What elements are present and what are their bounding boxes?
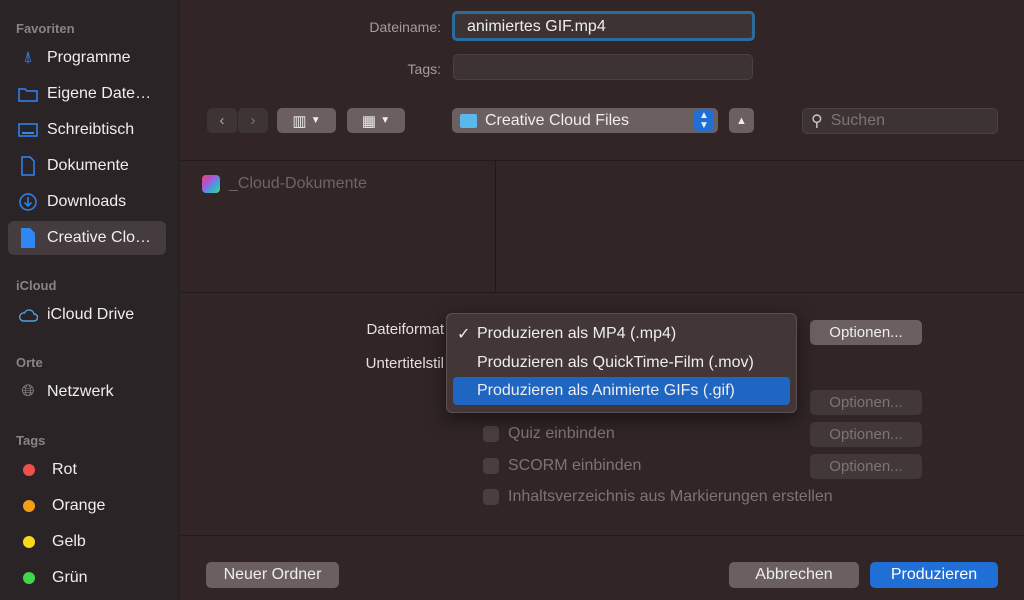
updown-icon: ▲ ▼ [694, 110, 714, 131]
sidebar-tag-rot[interactable]: Rot [8, 453, 166, 487]
menu-item-label: Produzieren als MP4 (.mp4) [477, 325, 677, 342]
sidebar-tag-gruen[interactable]: Grün [8, 561, 166, 595]
view-mode-button[interactable]: ▥ ▼ [277, 108, 336, 133]
sidebar-item-label: Creative Clo… [47, 229, 152, 246]
sidebar-item-creative-cloud[interactable]: Creative Clo… [8, 221, 166, 255]
group-button[interactable]: ▦ ▼ [347, 108, 405, 133]
search-input[interactable]: ⚲ Suchen [802, 108, 998, 134]
folder-icon [460, 113, 477, 128]
file-icon [18, 228, 38, 248]
sidebar-item-schreibtisch[interactable]: Schreibtisch [8, 113, 166, 147]
new-folder-button[interactable]: Neuer Ordner [206, 562, 339, 588]
document-icon [18, 156, 38, 176]
format-options-button[interactable]: Optionen... [810, 320, 922, 345]
menu-item-label: Produzieren als Animierte GIFs (.gif) [477, 382, 735, 399]
tags-label: Tags: [407, 61, 441, 77]
cancel-button[interactable]: Abbrechen [729, 562, 859, 588]
toc-checkbox[interactable] [483, 489, 499, 505]
cloud-icon [18, 305, 38, 325]
globe-icon: 🌐︎ [21, 383, 35, 400]
file-item[interactable]: _Cloud-Dokumente [202, 175, 367, 193]
checkmark-icon: ✓ [457, 326, 471, 343]
chevron-up-icon: ▲ [736, 114, 747, 127]
section-orte: Orte [16, 355, 43, 370]
section-icloud: iCloud [16, 278, 57, 293]
chevron-right-icon: › [250, 112, 256, 129]
sidebar-item-label: Eigene Date… [47, 85, 152, 102]
tag-dot-icon [23, 464, 35, 476]
save-dialog: Dateiname: animiertes GIF.mp4 Tags: ‹ › … [181, 0, 1024, 600]
apps-icon: ⍋ [23, 49, 33, 66]
tag-dot-icon [23, 572, 35, 584]
sidebar-tag-gelb[interactable]: Gelb [8, 525, 166, 559]
quiz-options-button[interactable]: Optionen... [810, 422, 922, 447]
section-tags: Tags [16, 433, 46, 448]
tags-input[interactable] [453, 54, 753, 80]
sidebar-item-label: Programme [47, 49, 131, 66]
expand-collapse-button[interactable]: ▲ [729, 108, 754, 133]
sidebar-item-label: Dokumente [47, 157, 129, 174]
location-label: Creative Cloud Files [485, 111, 630, 129]
menu-item-mp4[interactable]: ✓ Produzieren als MP4 (.mp4) [453, 320, 790, 348]
sidebar-item-dokumente[interactable]: Dokumente [8, 149, 166, 183]
options-button-2[interactable]: Optionen... [810, 390, 922, 415]
menu-item-mov[interactable]: Produzieren als QuickTime-Film (.mov) [453, 349, 790, 377]
sidebar-item-programme[interactable]: ⍋ Programme [8, 41, 166, 75]
desktop-icon [18, 120, 38, 140]
back-button[interactable]: ‹ [207, 108, 237, 133]
filename-input[interactable]: animiertes GIF.mp4 [452, 11, 755, 41]
sidebar-item-downloads[interactable]: Downloads [8, 185, 166, 219]
sidebar-item-icloud-drive[interactable]: iCloud Drive [8, 298, 166, 332]
sidebar-item-label: Schreibtisch [47, 121, 135, 138]
scorm-options-button[interactable]: Optionen... [810, 454, 922, 479]
location-popup[interactable]: Creative Cloud Files ▲ ▼ [452, 108, 718, 133]
quiz-checkbox-label: Quiz einbinden [508, 425, 615, 442]
folder-icon [18, 84, 38, 104]
tag-label: Grün [52, 569, 88, 586]
sidebar: Favoriten ⍋ Programme Eigene Date… Schrei… [0, 0, 180, 600]
download-icon [18, 192, 38, 212]
produce-button[interactable]: Produzieren [870, 562, 998, 588]
sidebar-item-label: Netzwerk [47, 383, 114, 400]
tag-dot-icon [23, 536, 35, 548]
column-divider [495, 161, 496, 292]
chevron-down-icon: ▼ [380, 115, 391, 126]
subtitle-label: Untertitelstil [365, 355, 444, 372]
search-placeholder: Suchen [830, 112, 885, 129]
tag-label: Gelb [52, 533, 86, 550]
sidebar-tag-orange[interactable]: Orange [8, 489, 166, 523]
menu-item-label: Produzieren als QuickTime-Film (.mov) [477, 354, 754, 371]
creative-cloud-icon [202, 175, 220, 193]
sidebar-item-label: iCloud Drive [47, 306, 135, 323]
quiz-checkbox[interactable] [483, 426, 499, 442]
tag-label: Orange [52, 497, 106, 514]
sidebar-item-netzwerk[interactable]: 🌐︎ Netzwerk [8, 375, 166, 409]
chevron-down-icon: ▼ [310, 115, 321, 126]
file-name: _Cloud-Dokumente [229, 175, 367, 192]
section-favorites: Favoriten [16, 21, 75, 36]
format-label: Dateiformat [366, 321, 444, 338]
tag-dot-icon [23, 500, 35, 512]
columns-icon: ▥ [292, 112, 307, 130]
scorm-checkbox[interactable] [483, 458, 499, 474]
scorm-checkbox-label: SCORM einbinden [508, 457, 642, 474]
tag-label: Rot [52, 461, 77, 478]
toc-checkbox-label: Inhaltsverzeichnis aus Markierungen erst… [508, 488, 833, 505]
forward-button[interactable]: › [238, 108, 268, 133]
format-dropdown-menu: ✓ Produzieren als MP4 (.mp4) Produzieren … [446, 313, 797, 413]
chevron-left-icon: ‹ [219, 112, 225, 129]
grid-icon: ▦ [361, 112, 377, 130]
search-icon: ⚲ [811, 113, 823, 130]
filename-label: Dateiname: [369, 19, 441, 35]
sidebar-item-eigene-dateien[interactable]: Eigene Date… [8, 77, 166, 111]
sidebar-item-label: Downloads [47, 193, 127, 210]
menu-item-gif[interactable]: Produzieren als Animierte GIFs (.gif) [453, 377, 790, 405]
